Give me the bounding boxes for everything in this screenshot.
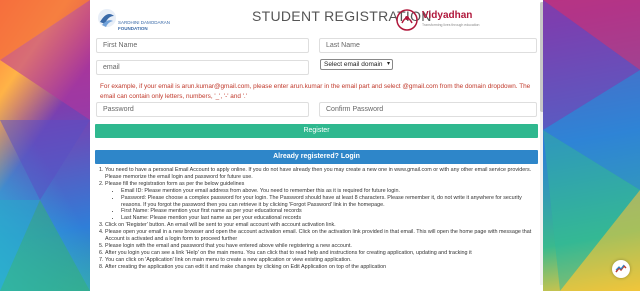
foundation-logo-line2: FOUNDATION [118, 26, 148, 31]
accessibility-button[interactable] [612, 260, 630, 278]
login-button[interactable]: Already registered? Login [95, 150, 538, 164]
foundation-logo-line1: SARDHINI DAMODARAN [118, 20, 171, 25]
scrollbar-thumb[interactable] [540, 2, 543, 112]
password-input[interactable]: Password [96, 102, 309, 117]
instruction-item: Please login with the email and password… [105, 243, 540, 250]
email-domain-selected: Select email domain [324, 61, 383, 68]
chevron-down-icon: ▾ [386, 61, 390, 67]
instruction-subitem: Last Name: Please mention your last name… [121, 215, 540, 222]
foundation-logo: SARDHINI DAMODARAN FOUNDATION [96, 8, 176, 36]
vidyadhan-logo: Vidyadhan Transforming lives through edu… [396, 9, 506, 35]
instruction-item: Please fill the registration form as per… [105, 181, 540, 222]
vidyadhan-logo-name: Vidyadhan [422, 10, 473, 21]
instruction-item: You need to have a personal Email Accoun… [105, 167, 540, 181]
first-name-input[interactable]: First Name [96, 38, 309, 53]
email-domain-select[interactable]: Select email domain ▾ [320, 59, 393, 70]
instructions-list: You need to have a personal Email Accoun… [96, 167, 540, 271]
instruction-item: After creating the application you can e… [105, 264, 540, 271]
instruction-subitem: First Name: Please mention your first na… [121, 208, 540, 215]
instruction-subitem: Password: Please choose a complex passwo… [121, 195, 540, 209]
instruction-text: Please fill the registration form as per… [105, 180, 245, 187]
instruction-item: Please open your email in a new browser … [105, 229, 540, 243]
vidyadhan-logo-icon [396, 9, 418, 31]
register-button[interactable]: Register [95, 124, 538, 138]
registration-card: SARDHINI DAMODARAN FOUNDATION STUDENT RE… [90, 0, 543, 291]
instruction-item: You can click on 'Application' link on m… [105, 257, 540, 264]
instruction-item: After you login you can see a link 'Help… [105, 250, 540, 257]
foundation-logo-icon [98, 9, 116, 27]
confirm-password-input[interactable]: Confirm Password [319, 102, 537, 117]
accessibility-icon [615, 264, 627, 273]
last-name-input[interactable]: Last Name [319, 38, 537, 53]
instruction-subitem: Email ID: Please mention your email addr… [121, 188, 540, 195]
page-scrollbar[interactable] [540, 2, 543, 285]
email-hint-text: For example, if your email is arun.kumar… [100, 83, 531, 100]
vidyadhan-logo-sub: Transforming lives through education [422, 23, 480, 27]
instruction-item: Click on 'Register' button. An email wil… [105, 222, 540, 229]
email-input[interactable]: email [96, 60, 309, 75]
